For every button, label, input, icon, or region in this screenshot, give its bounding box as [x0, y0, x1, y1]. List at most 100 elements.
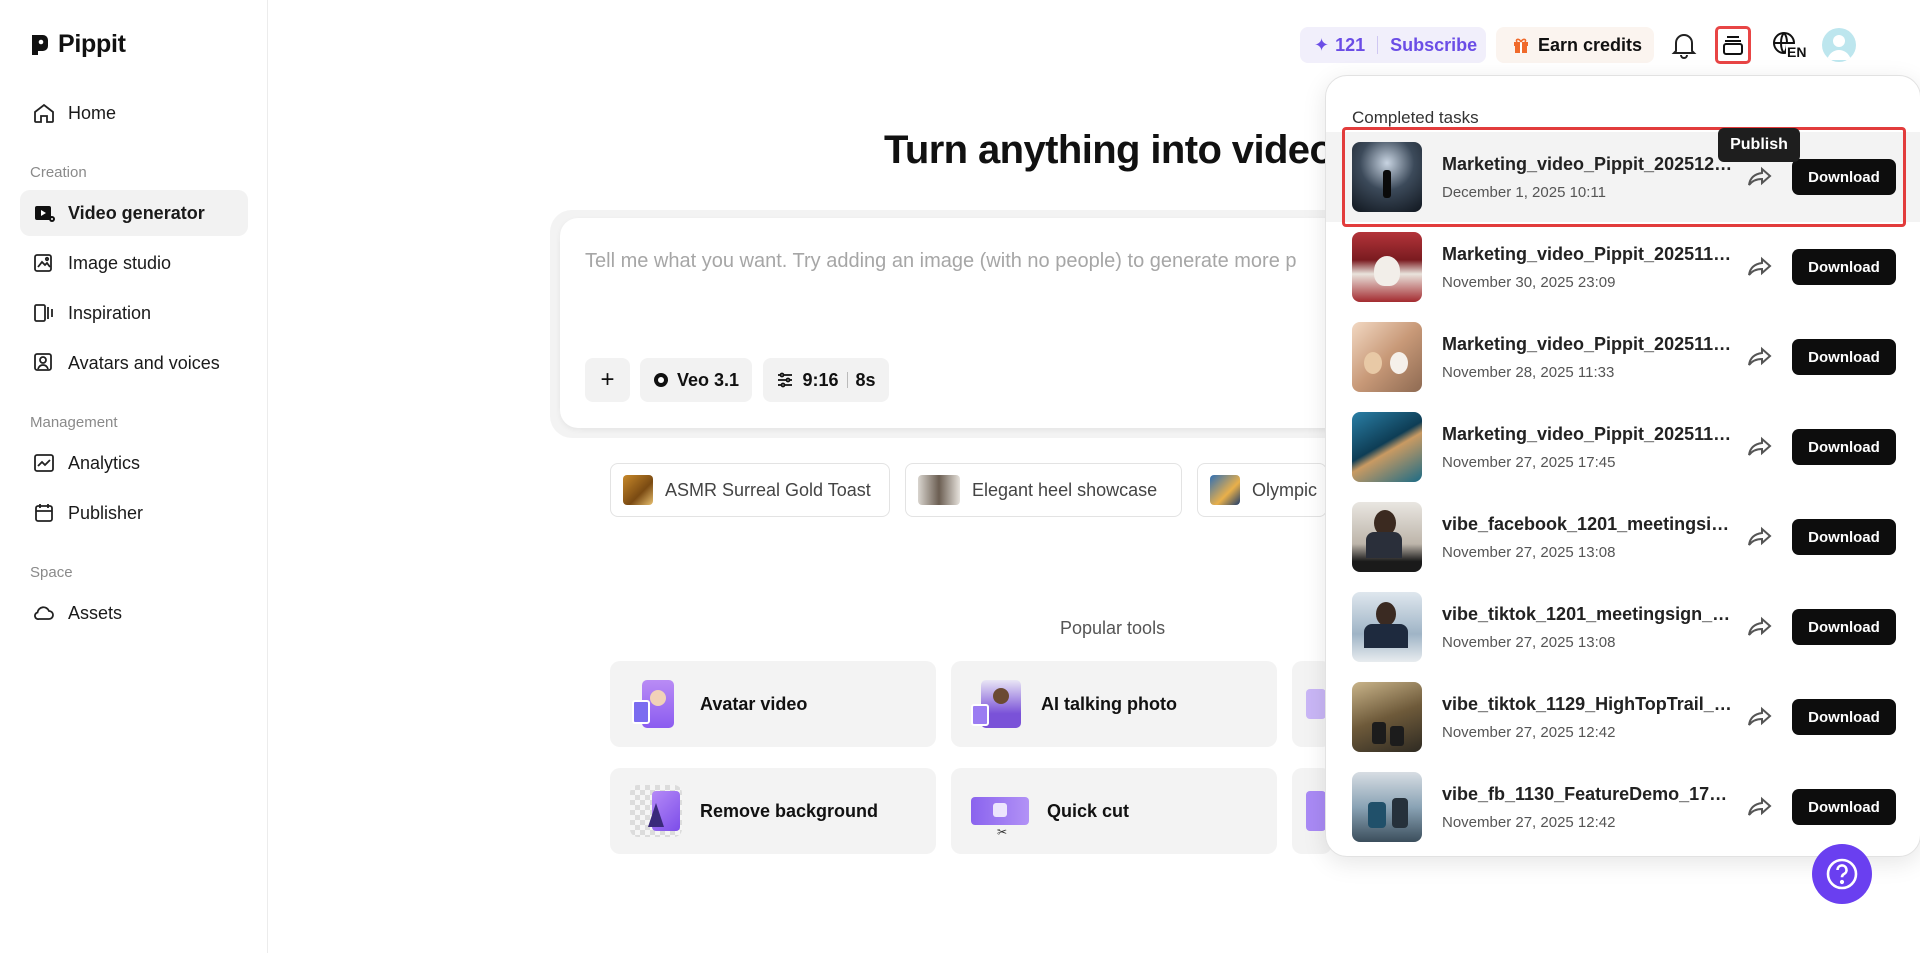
suggestion-label: Elegant heel showcase [972, 479, 1158, 500]
download-button[interactable]: Download [1792, 249, 1896, 285]
analytics-icon [34, 454, 54, 472]
task-name: vibe_tiktok_1129_HighTopTrail_171... [1442, 694, 1734, 714]
publish-button[interactable] [1744, 791, 1776, 823]
task-row[interactable]: Marketing_video_Pippit_2025112... Novemb… [1326, 402, 1920, 492]
talking-photo-icon [971, 678, 1023, 730]
publish-button[interactable] [1744, 161, 1776, 193]
section-label-management: Management [30, 414, 118, 431]
sidebar-item-label: Video generator [68, 202, 205, 223]
task-thumbnail [1352, 412, 1422, 482]
task-date: November 27, 2025 13:08 [1442, 544, 1616, 561]
sidebar-item-assets[interactable]: Assets [20, 590, 248, 636]
tool-label: Avatar video [700, 693, 808, 714]
share-icon [1748, 166, 1772, 186]
bell-icon [1671, 34, 1697, 59]
download-button[interactable]: Download [1792, 699, 1896, 735]
sidebar-item-home[interactable]: Home [20, 90, 248, 136]
task-name: vibe_tiktok_1201_meetingsign_11... [1442, 604, 1734, 624]
suggestion-chip[interactable]: ASMR Surreal Gold Toast [610, 463, 890, 517]
publish-button[interactable] [1744, 521, 1776, 553]
publish-button[interactable] [1744, 341, 1776, 373]
popular-tools-heading: Popular tools [1060, 618, 1166, 638]
task-thumbnail [1352, 142, 1422, 212]
format-settings-button[interactable]: 9:16 8s [763, 358, 889, 402]
publish-button[interactable] [1744, 431, 1776, 463]
publish-button[interactable] [1744, 251, 1776, 283]
sidebar-item-label: Assets [68, 602, 123, 623]
publish-button[interactable] [1744, 611, 1776, 643]
model-selector[interactable]: Veo 3.1 [640, 358, 752, 402]
sidebar-item-avatars-voices[interactable]: Avatars and voices [20, 340, 248, 386]
sidebar-item-publisher[interactable]: Publisher [20, 490, 248, 536]
share-icon [1748, 526, 1772, 546]
suggestion-chip[interactable]: Elegant heel showcase [905, 463, 1182, 517]
sidebar-item-analytics[interactable]: Analytics [20, 440, 248, 486]
tool-remove-background[interactable]: Remove background [610, 768, 936, 854]
download-button[interactable]: Download [1792, 609, 1896, 645]
download-button[interactable]: Download [1792, 429, 1896, 465]
tool-label: Remove background [700, 800, 879, 821]
share-icon [1748, 346, 1772, 366]
tool-avatar-video[interactable]: Avatar video [610, 661, 936, 747]
task-date: November 30, 2025 23:09 [1442, 274, 1616, 291]
sidebar-item-video-generator[interactable]: Video generator [20, 190, 248, 236]
sidebar-item-label: Inspiration [68, 302, 152, 323]
tool-quick-cut[interactable]: ✂ Quick cut [951, 768, 1277, 854]
tasks-button[interactable] [1715, 26, 1751, 64]
model-icon [653, 373, 668, 387]
task-name: Marketing_video_Pippit_2025112... [1442, 424, 1734, 444]
task-date: November 27, 2025 13:08 [1442, 634, 1616, 651]
prompt-input[interactable]: Tell me what you want. Try adding an ima… [585, 250, 1330, 273]
task-date: November 27, 2025 12:42 [1442, 724, 1616, 741]
download-button[interactable]: Download [1792, 789, 1896, 825]
earn-credits-button[interactable]: Earn credits [1496, 27, 1654, 63]
home-icon [34, 103, 54, 123]
download-button[interactable]: Download [1792, 339, 1896, 375]
share-icon [1748, 796, 1772, 816]
avatar-video-icon [630, 678, 682, 730]
task-row[interactable]: Marketing_video_Pippit_2025120... Decemb… [1326, 132, 1920, 222]
language-button[interactable]: EN [1764, 26, 1808, 64]
subscribe-button[interactable]: Subscribe [1390, 35, 1477, 56]
app-name: Pippit [58, 30, 126, 58]
plus-icon: + [600, 366, 615, 393]
duration-label: 8s [855, 369, 876, 390]
section-label-creation: Creation [30, 164, 87, 181]
sidebar-item-inspiration[interactable]: Inspiration [20, 290, 248, 336]
tool-label: Quick cut [1047, 800, 1130, 821]
notifications-button[interactable] [1666, 26, 1702, 64]
tool-ai-talking-photo[interactable]: AI talking photo [951, 661, 1277, 747]
credits-count: 121 [1335, 34, 1366, 55]
credits-subscribe-pill[interactable]: ✦ 121 Subscribe [1300, 27, 1486, 63]
user-avatar[interactable] [1822, 28, 1856, 62]
add-attachment-button[interactable]: + [585, 358, 630, 402]
task-name: vibe_facebook_1201_meetingsign... [1442, 514, 1734, 534]
task-date: December 1, 2025 10:11 [1442, 184, 1606, 201]
task-row[interactable]: Marketing_video_Pippit_2025113... Novemb… [1326, 222, 1920, 312]
calendar-icon [35, 504, 53, 522]
download-button[interactable]: Download [1792, 159, 1896, 195]
suggestion-chip[interactable]: Olympic [1197, 463, 1327, 517]
suggestion-thumbnail [623, 475, 653, 505]
task-row[interactable]: vibe_tiktok_1129_HighTopTrail_171... Nov… [1326, 672, 1920, 762]
help-button[interactable] [1812, 844, 1872, 904]
avatar-icon [34, 353, 52, 371]
pippit-logo[interactable]: Pippit [30, 30, 126, 59]
task-date: November 28, 2025 11:33 [1442, 364, 1615, 381]
task-row[interactable]: Marketing_video_Pippit_2025112... Novemb… [1326, 312, 1920, 402]
task-row[interactable]: vibe_tiktok_1201_meetingsign_11... Novem… [1326, 582, 1920, 672]
share-icon [1748, 706, 1772, 726]
page-title: Turn anything into video [884, 128, 1334, 172]
sidebar: Pippit Home Creation Video generator Ima… [0, 0, 268, 953]
sidebar-item-label: Publisher [68, 502, 144, 523]
sparkle-icon: ✦ [1314, 34, 1330, 55]
publish-button[interactable] [1744, 701, 1776, 733]
divider [1377, 36, 1379, 54]
cloud-icon [34, 606, 54, 620]
download-button[interactable]: Download [1792, 519, 1896, 555]
task-row[interactable]: vibe_fb_1130_FeatureDemo_1713e... Novemb… [1326, 762, 1920, 852]
task-row[interactable]: vibe_facebook_1201_meetingsign... Novemb… [1326, 492, 1920, 582]
task-name: Marketing_video_Pippit_2025112... [1442, 334, 1734, 354]
language-code: EN [1786, 44, 1808, 60]
sidebar-item-image-studio[interactable]: Image studio [20, 240, 248, 286]
